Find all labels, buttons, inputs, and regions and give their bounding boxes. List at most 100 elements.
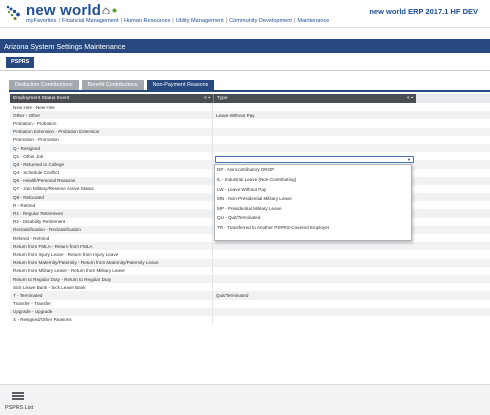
cell-type[interactable] [213, 275, 416, 283]
tab-bar: Deduction Contributions Benefit Contribu… [9, 80, 215, 90]
brand-name[interactable]: new world [26, 2, 101, 19]
table-row[interactable]: Return from Maternity/Paternity - Return… [10, 258, 490, 267]
tab-benefit-contributions[interactable]: Benefit Contributions [81, 80, 144, 90]
table-row[interactable]: Other - Other Leave Without Pay [10, 111, 490, 120]
cell-type[interactable] [213, 267, 416, 275]
cell-type[interactable]: Leave Without Pay [213, 111, 416, 119]
cell-employment-status-event[interactable]: Reclassification - Reclassification [10, 225, 213, 234]
type-dropdown-list: DP - Noncontributory DROP IL - Industria… [214, 164, 412, 241]
cell-employment-status-event[interactable]: Return from FMLA - Return from FMLA [10, 242, 213, 251]
dropdown-option-tr[interactable]: TR - Transferred to Another PSPRS-Covere… [215, 223, 411, 233]
grid-header-filler [416, 94, 490, 103]
cell-employment-status-event[interactable]: R2 - Disability Retirement [10, 217, 213, 226]
brand-icons [102, 6, 117, 15]
nav-human-resources[interactable]: Human Resources [124, 18, 170, 24]
dropdown-option-dp[interactable]: DP - Noncontributory DROP [215, 165, 411, 175]
cell-employment-status-event[interactable]: Probation Extension - Probation Extensio… [10, 127, 213, 136]
table-row[interactable]: Return from FMLA - Return from FMLA [10, 242, 490, 251]
top-header: new world myFavorites | Financial Manageme… [0, 0, 490, 28]
home-icon[interactable] [102, 7, 110, 15]
cell-employment-status-event[interactable]: Return to Regular Duty - Return to Regul… [10, 274, 213, 284]
table-row[interactable]: Return from Military Leave - Return from… [10, 266, 490, 275]
dropdown-option-mn[interactable]: MN - Non-Presidential Military Leave [215, 194, 411, 204]
cell-type[interactable]: Quit/Terminated [213, 291, 416, 299]
table-row[interactable]: Sick Leave Bank - Sick Leave Bank [10, 283, 490, 292]
column-collapse-icon[interactable]: « ▪ [204, 95, 210, 101]
table-row[interactable]: New Hire - New Hire [10, 103, 490, 112]
cell-employment-status-event[interactable]: Probation - Probation [10, 119, 213, 128]
cell-employment-status-event[interactable]: Q1 - Other Job [10, 152, 213, 161]
column-header-type[interactable]: Type « ▪ [213, 94, 416, 103]
cell-employment-status-event[interactable]: Upgrade - Upgrade [10, 307, 213, 316]
cell-employment-status-event[interactable]: Return from Injury Leave - Return from I… [10, 250, 213, 259]
cell-employment-status-event[interactable]: Q6 - Health/Personal Reasons [10, 176, 213, 185]
cell-type[interactable] [213, 242, 416, 250]
cell-employment-status-event[interactable]: X - Resigned/Other Reasons [10, 315, 213, 325]
cell-type[interactable] [213, 144, 416, 152]
main-nav: myFavorites | Financial Management | Human R… [26, 18, 329, 24]
psprs-list-label[interactable]: PSPRS List [5, 405, 33, 411]
nav-maintenance[interactable]: Maintenance [297, 18, 329, 24]
table-row[interactable]: Transfer - Transfer [10, 299, 490, 308]
nav-my-favorites[interactable]: myFavorites [26, 18, 56, 24]
cell-employment-status-event[interactable]: Other - Other [10, 111, 213, 120]
cell-employment-status-event[interactable]: T - Terminated [10, 291, 213, 300]
breadcrumb-psprs[interactable]: PSPRS [6, 57, 35, 68]
cell-type[interactable] [213, 308, 416, 316]
dropdown-option-lw[interactable]: LW - Leave Without Pay [215, 184, 411, 194]
cell-employment-status-event[interactable]: Q9 - Relocated [10, 193, 213, 202]
cell-employment-status-event[interactable]: Transfer - Transfer [10, 299, 213, 308]
cell-employment-status-event[interactable]: R - Retired [10, 201, 213, 210]
table-row[interactable]: Probation - Probation [10, 119, 490, 128]
new-world-logo-icon[interactable] [6, 4, 20, 22]
table-row[interactable]: T - Terminated Quit/Terminated [10, 291, 490, 300]
dropdown-option-mp[interactable]: MP - Presidential Military Leave [215, 203, 411, 213]
status-dot-icon [112, 8, 117, 13]
app-window: new world myFavorites | Financial Manageme… [0, 0, 490, 415]
list-icon[interactable] [12, 392, 24, 402]
page-title: Arizona System Settings Maintenance [0, 39, 490, 53]
table-row[interactable]: Upgrade - Upgrade [10, 307, 490, 316]
cell-employment-status-event[interactable]: Q4 - Schedule Conflict [10, 168, 213, 177]
table-row[interactable]: Return to Regular Duty - Return to Regul… [10, 274, 490, 284]
cell-type[interactable] [213, 136, 416, 144]
cell-employment-status-event[interactable]: R1 - Regular Retirement [10, 209, 213, 218]
cell-employment-status-event[interactable]: Promotion - Promotion [10, 135, 213, 144]
cell-employment-status-event[interactable]: Rehired - Rehired [10, 234, 213, 243]
cell-type[interactable] [213, 283, 416, 291]
cell-employment-status-event[interactable]: Return from Maternity/Paternity - Return… [10, 258, 213, 267]
cell-type[interactable] [213, 259, 416, 267]
table-row[interactable]: Probation Extension - Probation Extensio… [10, 127, 490, 136]
cell-employment-status-event[interactable]: Q7 - Join Military/Reserve Active Status [10, 184, 213, 194]
cell-employment-status-event[interactable]: Q3 - Returned to College [10, 160, 213, 169]
cell-employment-status-event[interactable]: New Hire - New Hire [10, 103, 213, 112]
cell-employment-status-event[interactable]: Q - Resigned [10, 143, 213, 153]
product-name: new world ERP 2017.1 HF DEV [369, 7, 478, 16]
tab-non-payment-reasons[interactable]: Non-Payment Reasons [146, 80, 215, 90]
grid-header: Employment Status Event « ▪ Type « ▪ [10, 94, 490, 103]
type-select[interactable]: ▼ [215, 156, 414, 163]
cell-type[interactable] [213, 103, 416, 111]
cell-type[interactable] [213, 300, 416, 308]
cell-type[interactable] [213, 128, 416, 136]
dropdown-option-il[interactable]: IL - Industrial Leave (Non-Contributing) [215, 175, 411, 185]
dropdown-option-qu[interactable]: QU - Quit/Terminated [215, 213, 411, 223]
table-row[interactable]: Q - Resigned [10, 143, 490, 153]
column-header-event[interactable]: Employment Status Event « ▪ [10, 94, 213, 103]
nav-utility-management[interactable]: Utility Management [176, 18, 224, 24]
nav-community-development[interactable]: Community Development [229, 18, 292, 24]
table-row[interactable]: Promotion - Promotion [10, 135, 490, 144]
table-row[interactable]: X - Resigned/Other Reasons [10, 315, 490, 325]
cell-type[interactable] [213, 316, 416, 324]
tab-deduction-contributions[interactable]: Deduction Contributions [9, 80, 79, 90]
cell-employment-status-event[interactable]: Sick Leave Bank - Sick Leave Bank [10, 283, 213, 292]
table-row[interactable]: Return from Injury Leave - Return from I… [10, 250, 490, 259]
nav-financial-management[interactable]: Financial Management [62, 18, 119, 24]
tab-underline [9, 90, 490, 92]
column-collapse-icon[interactable]: « ▪ [407, 95, 413, 101]
cell-employment-status-event[interactable]: Return from Military Leave - Return from… [10, 266, 213, 275]
cell-type[interactable] [213, 119, 416, 127]
column-header-label: Type [217, 96, 228, 101]
cell-type[interactable] [213, 250, 416, 258]
chevron-down-icon[interactable]: ▼ [406, 157, 412, 162]
